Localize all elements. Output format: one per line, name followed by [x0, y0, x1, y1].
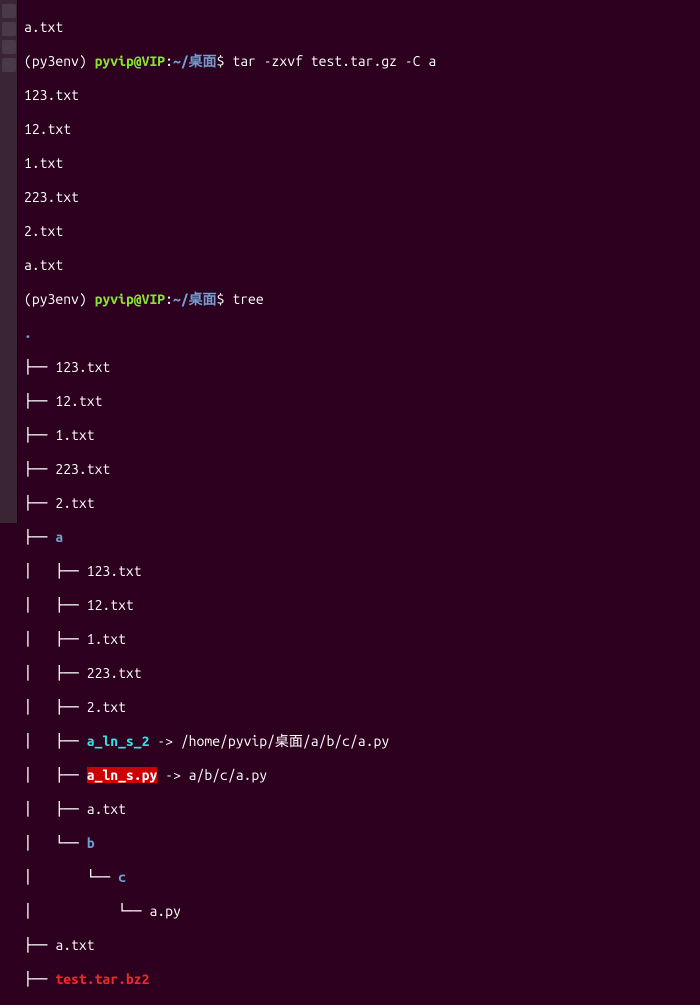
symlink-target: /home/pyvip/桌面/a/b/c/a.py	[181, 733, 389, 749]
tree-symlink-broken: a_ln_s.py	[87, 767, 158, 783]
prompt-symbol: $	[217, 291, 225, 307]
tree-branch: ├──	[24, 529, 55, 545]
tree-branch: │ ├──	[24, 733, 87, 749]
tree-dir: c	[118, 869, 126, 885]
prompt-symbol: $	[217, 53, 225, 69]
symlink-target: a/b/c/a.py	[189, 767, 267, 783]
tar-output-line: 223.txt	[24, 189, 79, 205]
tar-output-line: 1.txt	[24, 155, 63, 171]
tree-branch: │ ├──	[24, 631, 87, 647]
tree-file: 2.txt	[87, 699, 126, 715]
tree-file: a.py	[149, 903, 180, 919]
cut-line: a.txt	[24, 19, 63, 35]
arrow-icon: ->	[149, 733, 180, 749]
terminal-area[interactable]: a.txt (py3env) pyvip@VIP:~/桌面$ tar -zxvf…	[18, 0, 700, 523]
cwd-path: ~/桌面	[173, 53, 217, 69]
tree-dir: b	[87, 835, 95, 851]
tree-branch: │ └──	[24, 903, 149, 919]
tree-branch: │ ├──	[24, 767, 87, 783]
launcher-icon[interactable]	[2, 22, 16, 36]
tree-branch: │ └──	[24, 835, 87, 851]
launcher-bar	[0, 0, 18, 523]
tree-file: 12.txt	[87, 597, 134, 613]
tree-dir: a	[55, 529, 63, 545]
tree-branch: │ └──	[24, 869, 118, 885]
tree-file: 2.txt	[55, 495, 94, 511]
launcher-icon[interactable]	[2, 58, 16, 72]
tree-file: 1.txt	[87, 631, 126, 647]
command-text: tar -zxvf test.tar.gz -C a	[232, 53, 436, 69]
tree-file: 123.txt	[55, 359, 110, 375]
tree-symlink: a_ln_s_2	[87, 733, 150, 749]
user-host: pyvip@VIP	[95, 291, 166, 307]
tree-branch: ├──	[24, 971, 55, 987]
launcher-icon[interactable]	[2, 40, 16, 54]
tree-branch: │ ├──	[24, 597, 87, 613]
tar-output-line: 12.txt	[24, 121, 71, 137]
tar-output-line: a.txt	[24, 257, 63, 273]
command-text: tree	[232, 291, 263, 307]
tree-branch: │ ├──	[24, 699, 87, 715]
tree-file: 223.txt	[55, 461, 110, 477]
tree-branch: ├──	[24, 937, 55, 953]
tree-branch: ├──	[24, 359, 55, 375]
tree-file: a.txt	[87, 801, 126, 817]
tree-branch: ├──	[24, 461, 55, 477]
tar-output-line: 123.txt	[24, 87, 79, 103]
env-name: (py3env)	[24, 291, 87, 307]
tree-archive: test.tar.bz2	[55, 971, 149, 987]
launcher-icon[interactable]	[2, 4, 16, 18]
env-name: (py3env)	[24, 53, 87, 69]
tree-branch: ├──	[24, 393, 55, 409]
tar-output-line: 2.txt	[24, 223, 63, 239]
user-host: pyvip@VIP	[95, 53, 166, 69]
cwd-path: ~/桌面	[173, 291, 217, 307]
tree-branch: │ ├──	[24, 801, 87, 817]
tree-branch: ├──	[24, 427, 55, 443]
tree-branch: ├──	[24, 495, 55, 511]
arrow-icon: ->	[157, 767, 188, 783]
tree-file: 223.txt	[87, 665, 142, 681]
tree-file: 1.txt	[55, 427, 94, 443]
tree-branch: │ ├──	[24, 563, 87, 579]
tree-file: 12.txt	[55, 393, 102, 409]
tree-root: .	[24, 325, 32, 341]
tree-file: a.txt	[55, 937, 94, 953]
tree-branch: │ ├──	[24, 665, 87, 681]
tree-file: 123.txt	[87, 563, 142, 579]
